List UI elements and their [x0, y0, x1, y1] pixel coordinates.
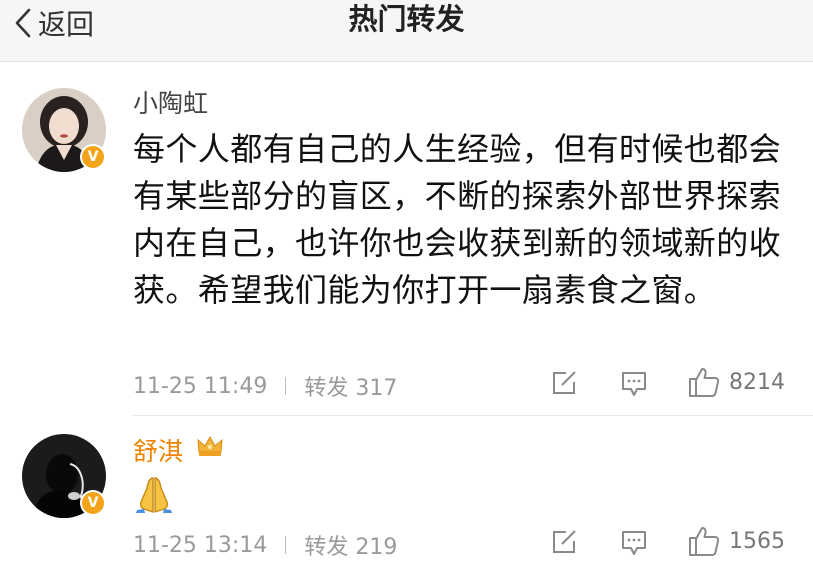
- like-button[interactable]: 8214: [687, 366, 785, 398]
- edit-icon: [553, 530, 576, 553]
- like-count: 8214: [729, 369, 785, 395]
- username[interactable]: 舒淇: [133, 432, 183, 468]
- repost-item: V 舒淇 11-25 13:14 转发 219 1565: [0, 420, 813, 569]
- comment-icon: [622, 531, 646, 555]
- post-content: 每个人都有自己的人生经验，但有时候也都会有某些部分的盲区，不断的探索外部世界探索…: [133, 130, 782, 309]
- post-meta: 11-25 11:49 转发 317: [133, 370, 397, 402]
- meta-divider: [285, 536, 287, 554]
- avatar[interactable]: V: [22, 88, 106, 172]
- avatar[interactable]: V: [22, 434, 106, 518]
- like-count: 1565: [729, 528, 785, 554]
- crown-icon: [197, 435, 223, 456]
- verified-icon: V: [80, 144, 106, 170]
- edit-repost-button[interactable]: [551, 370, 579, 396]
- meta-divider: [285, 377, 287, 395]
- nav-bar: 返回 热门转发: [0, 0, 813, 62]
- comment-icon: [622, 372, 646, 396]
- like-button[interactable]: 1565: [687, 525, 785, 557]
- repost-count[interactable]: 转发 317: [304, 370, 397, 402]
- post-time: 11-25 11:49: [133, 373, 268, 399]
- repost-item: V 小陶虹 每个人都有自己的人生经验，但有时候也都会有某些部分的盲区，不断的探索…: [0, 74, 813, 416]
- thumbs-up-icon: [689, 368, 720, 397]
- post-time: 11-25 13:14: [133, 532, 268, 558]
- edit-icon: [553, 371, 576, 394]
- comment-button[interactable]: [620, 529, 648, 557]
- comment-button[interactable]: [620, 370, 648, 398]
- post-meta: 11-25 13:14 转发 219: [133, 529, 397, 561]
- username[interactable]: 小陶虹: [133, 84, 208, 120]
- page-title: 热门转发: [348, 2, 465, 36]
- edit-repost-button[interactable]: [551, 529, 579, 555]
- verified-icon: V: [80, 490, 106, 516]
- repost-count[interactable]: 转发 219: [304, 529, 397, 561]
- divider: [133, 415, 813, 416]
- thumbs-up-icon: [689, 527, 720, 556]
- folded-hands-emoji: [136, 477, 172, 513]
